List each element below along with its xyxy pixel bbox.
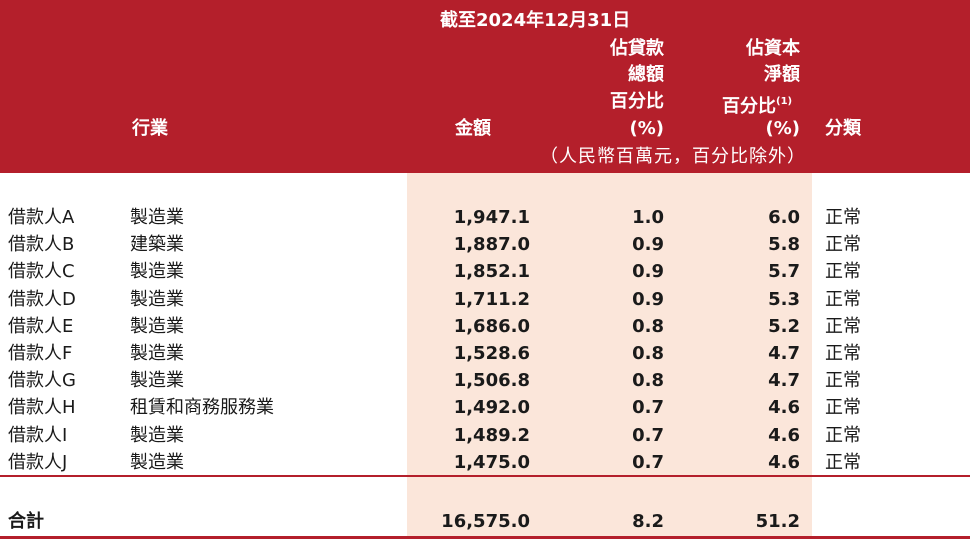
loan-pct: 1.0 (632, 207, 664, 228)
total-capital-pct: 51.2 (755, 511, 800, 532)
industry-header: 行業 (132, 118, 168, 139)
table-row: 借款人B 建築業 1,887.0 0.9 5.8 正常 (0, 231, 970, 258)
table-row: 借款人C 製造業 1,852.1 0.9 5.7 正常 (0, 258, 970, 285)
industry: 製造業 (130, 207, 184, 228)
class-header: 分類 (825, 118, 861, 139)
table-row: 借款人E 製造業 1,686.0 0.8 5.2 正常 (0, 313, 970, 340)
capital-pct: 4.7 (768, 370, 800, 392)
unit-note: （人民幣百萬元，百分比除外） (540, 146, 806, 167)
amount: 1,492.0 (453, 397, 530, 419)
capital-pct: 5.3 (768, 288, 800, 310)
row-divider (0, 475, 970, 477)
amount: 1,686.0 (453, 315, 530, 337)
capital-pct-header-3-text: 百分比 (722, 96, 776, 117)
loan-pct-header-4: (%) (629, 118, 665, 139)
borrower-name: 借款人G (8, 370, 76, 392)
loan-pct: 0.9 (632, 288, 664, 310)
table-bottom-rule (0, 536, 970, 539)
capital-pct-header-4: (%) (765, 118, 801, 139)
industry: 製造業 (130, 451, 184, 473)
table-row: 借款人H 租賃和商務服務業 1,492.0 0.7 4.6 正常 (0, 394, 970, 421)
loan-pct: 0.7 (632, 424, 664, 446)
industry: 租賃和商務服務業 (130, 397, 274, 419)
table-row: 借款人F 製造業 1,528.6 0.8 4.7 正常 (0, 340, 970, 367)
capital-pct: 4.6 (768, 397, 800, 419)
borrower-name: 借款人I (8, 424, 68, 446)
classification: 正常 (825, 343, 861, 364)
capital-pct-header-3: 百分比(1) (722, 91, 792, 118)
borrower-name: 借款人F (8, 343, 73, 364)
classification: 正常 (825, 370, 861, 392)
loan-pct: 0.8 (632, 370, 664, 392)
classification: 正常 (825, 424, 861, 446)
borrower-name: 借款人B (8, 234, 75, 256)
classification: 正常 (825, 397, 861, 419)
capital-note-mark: (1) (776, 96, 793, 107)
borrower-name: 借款人A (8, 207, 75, 228)
industry: 製造業 (130, 370, 184, 392)
classification: 正常 (825, 234, 861, 256)
loan-pct-header-3: 百分比 (610, 91, 664, 112)
total-amount: 16,575.0 (441, 511, 530, 532)
date-heading: 截至2024年12月31日 (440, 10, 631, 31)
capital-pct: 4.6 (768, 424, 800, 446)
industry: 製造業 (130, 424, 184, 446)
industry: 製造業 (130, 261, 184, 283)
industry: 建築業 (130, 234, 184, 256)
loan-pct: 0.9 (632, 234, 664, 256)
loan-pct: 0.7 (632, 451, 664, 473)
loan-pct: 0.8 (632, 315, 664, 337)
total-row: 合計 16,575.0 8.2 51.2 (0, 508, 970, 535)
amount: 1,489.2 (453, 424, 530, 446)
loan-pct: 0.8 (632, 343, 664, 364)
amount: 1,475.0 (453, 451, 530, 473)
loan-pct: 0.7 (632, 397, 664, 419)
industry: 製造業 (130, 288, 184, 310)
amount: 1,852.1 (453, 261, 530, 283)
amount-header: 金額 (455, 118, 491, 139)
classification: 正常 (825, 451, 861, 473)
amount: 1,711.2 (453, 288, 530, 310)
table-row: 借款人G 製造業 1,506.8 0.8 4.7 正常 (0, 367, 970, 394)
amount: 1,528.6 (453, 343, 530, 364)
borrower-name: 借款人E (8, 315, 74, 337)
loan-pct-header-1: 佔貸款 (610, 38, 664, 59)
industry: 製造業 (130, 315, 184, 337)
loan-pct: 0.9 (632, 261, 664, 283)
amount: 1,947.1 (453, 207, 530, 228)
capital-pct: 4.6 (768, 451, 800, 473)
industry: 製造業 (130, 343, 184, 364)
classification: 正常 (825, 288, 861, 310)
borrower-name: 借款人D (8, 288, 76, 310)
total-label: 合計 (8, 511, 44, 532)
table-row: 借款人D 製造業 1,711.2 0.9 5.3 正常 (0, 286, 970, 313)
table-row: 借款人J 製造業 1,475.0 0.7 4.6 正常 (0, 449, 970, 476)
capital-pct-header-1: 佔資本 (746, 38, 800, 59)
amount: 1,506.8 (453, 370, 530, 392)
capital-pct: 5.8 (768, 234, 800, 256)
capital-pct: 5.7 (768, 261, 800, 283)
classification: 正常 (825, 315, 861, 337)
total-loan-pct: 8.2 (632, 511, 664, 532)
borrower-name: 借款人C (8, 261, 75, 283)
table-row: 借款人A 製造業 1,947.1 1.0 6.0 正常 (0, 204, 970, 231)
amount: 1,887.0 (453, 234, 530, 256)
capital-pct: 5.2 (768, 315, 800, 337)
borrower-name: 借款人J (8, 451, 68, 473)
capital-pct-header-2: 淨額 (764, 64, 800, 85)
borrower-name: 借款人H (8, 397, 76, 419)
capital-pct: 4.7 (768, 343, 800, 364)
table-row: 借款人I 製造業 1,489.2 0.7 4.6 正常 (0, 422, 970, 449)
capital-pct: 6.0 (768, 207, 800, 228)
classification: 正常 (825, 261, 861, 283)
loan-pct-header-2: 總額 (628, 64, 664, 85)
classification: 正常 (825, 207, 861, 228)
